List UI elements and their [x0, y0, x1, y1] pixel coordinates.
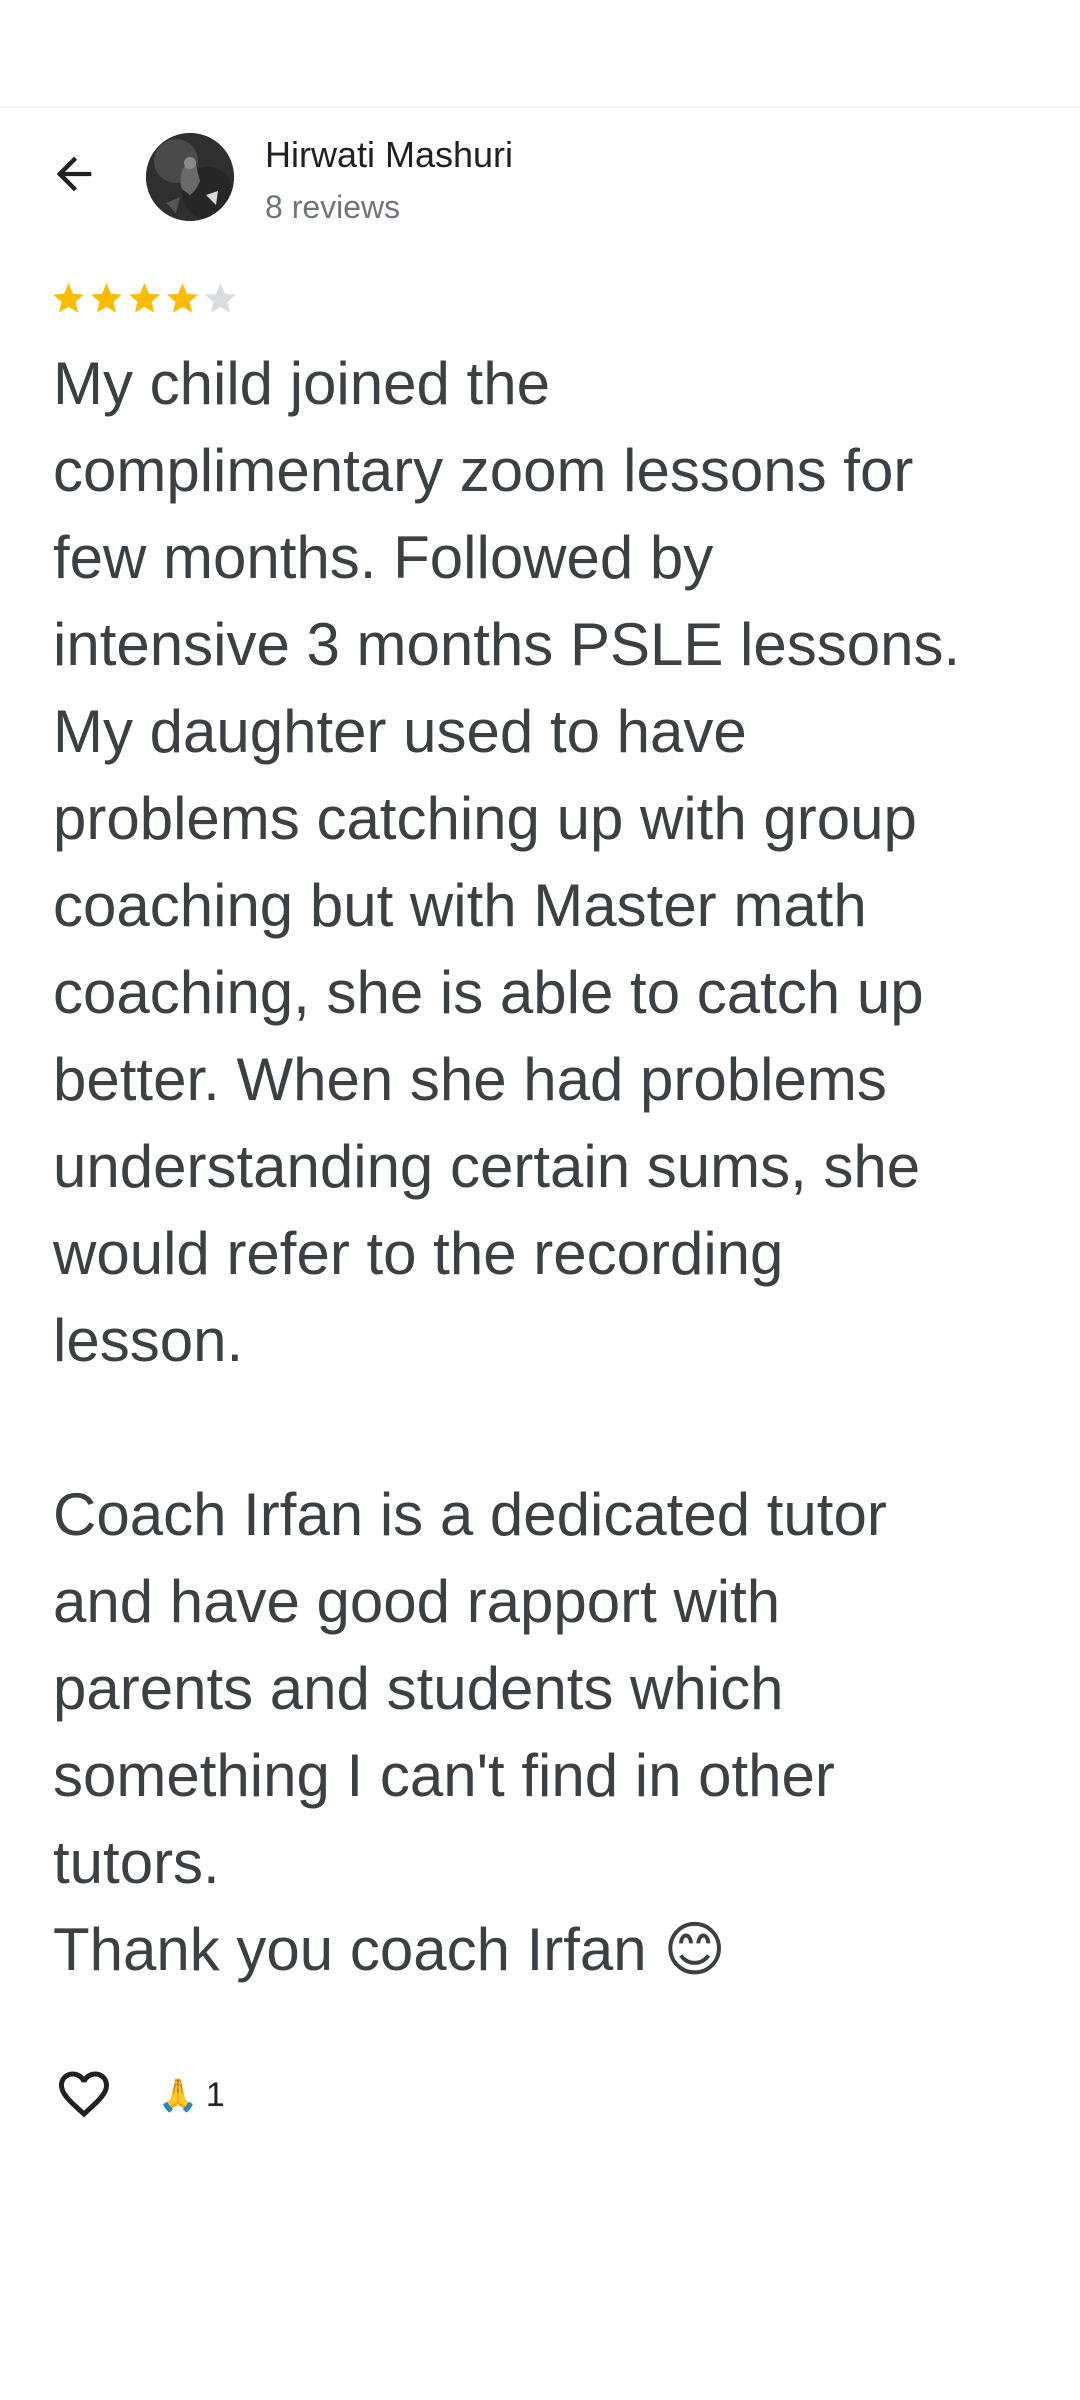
heart-outline-icon: [59, 2071, 109, 2118]
reaction-count: 1: [205, 2076, 225, 2114]
avatar[interactable]: [146, 133, 234, 221]
top-divider: [0, 106, 1080, 108]
back-button[interactable]: [36, 136, 112, 212]
star-rating: [50, 280, 239, 322]
star-filled-icon: [53, 283, 84, 313]
review-count: 8 reviews: [265, 189, 401, 225]
like-button[interactable]: [48, 2058, 120, 2130]
reaction-chip[interactable]: 🙏 1: [158, 2070, 225, 2120]
review-text: My child joined the complimentary zoom l…: [53, 350, 961, 1983]
star-empty-icon: [205, 283, 236, 313]
star-filled-icon: [167, 283, 198, 313]
star-filled-icon: [129, 283, 160, 313]
profile-photo-image: [146, 133, 234, 221]
star-filled-icon: [91, 283, 122, 313]
arrow-left-icon: [56, 156, 92, 192]
reaction-emoji: 🙏: [158, 2076, 198, 2114]
reviewer-name[interactable]: Hirwati Mashuri: [265, 134, 513, 176]
